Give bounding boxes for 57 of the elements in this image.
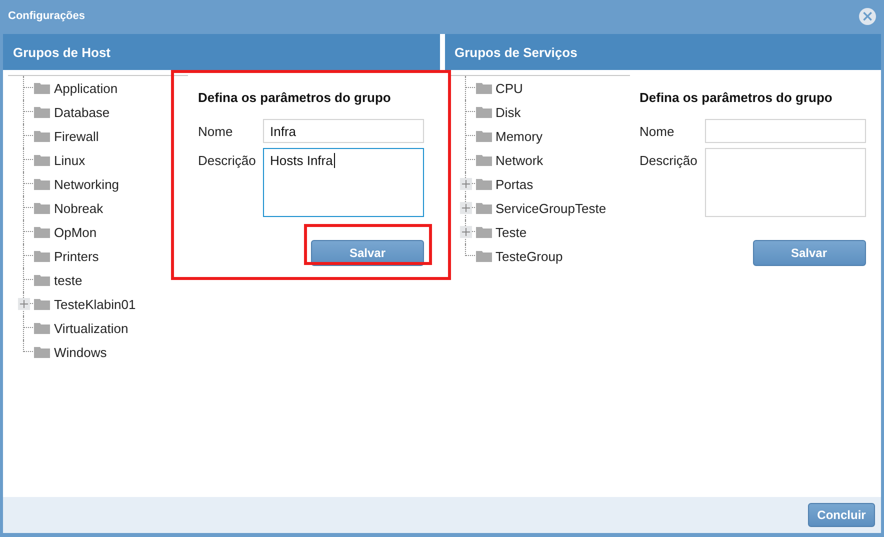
tree-item[interactable]: Network: [496, 152, 544, 168]
panel-header: Grupos de Host: [3, 34, 440, 70]
expand-icon[interactable]: [460, 178, 472, 190]
tree-item[interactable]: Linux: [54, 152, 86, 168]
field-label: Descrição: [640, 152, 698, 168]
tree-item[interactable]: CPU: [496, 80, 523, 96]
folder-icon: [34, 178, 50, 190]
field-label: Nome: [198, 123, 234, 139]
folder-icon: [34, 226, 50, 238]
tree-item[interactable]: Teste: [496, 224, 527, 240]
form-heading: Defina os parâmetros do grupo: [198, 90, 392, 105]
folder-icon: [34, 154, 50, 166]
tree-item[interactable]: TesteKlabin01: [54, 296, 136, 312]
tree-item[interactable]: Portas: [496, 176, 534, 192]
tree-item[interactable]: Memory: [496, 128, 542, 144]
name-field[interactable]: [704, 119, 866, 143]
tree-item[interactable]: Virtualization: [54, 320, 128, 336]
folder-icon: [476, 82, 492, 94]
folder-icon: [476, 130, 492, 142]
description-field[interactable]: [704, 148, 866, 217]
field-label: Descrição: [198, 152, 257, 168]
form-heading: Defina os parâmetros do grupo: [640, 90, 834, 105]
folder-icon: [34, 346, 50, 358]
folder-icon: [34, 274, 50, 286]
window-title: Configurações: [8, 10, 86, 22]
folder-icon: [34, 322, 50, 334]
tree-item[interactable]: Firewall: [54, 128, 99, 144]
folder-icon: [34, 250, 50, 262]
folder-icon: [34, 202, 50, 214]
tree-item[interactable]: OpMon: [54, 224, 97, 240]
tree-item[interactable]: teste: [54, 272, 82, 288]
tree-item[interactable]: Nobreak: [54, 200, 104, 216]
expand-icon[interactable]: [460, 226, 472, 238]
tree-item[interactable]: Networking: [54, 176, 120, 192]
folder-icon: [476, 250, 492, 262]
expand-icon[interactable]: [460, 202, 472, 214]
description-field[interactable]: Hosts Infra: [263, 148, 424, 217]
folder-icon: [34, 298, 50, 310]
expand-icon[interactable]: [18, 298, 30, 310]
tree-item[interactable]: Printers: [54, 248, 99, 264]
field-label: Nome: [640, 123, 676, 139]
tree-item[interactable]: ServiceGroupTeste: [496, 200, 606, 216]
tree-item[interactable]: TesteGroup: [496, 248, 563, 264]
tree-item[interactable]: Database: [54, 104, 110, 120]
folder-icon: [476, 178, 492, 190]
panel-header: Grupos de Serviços: [444, 34, 881, 70]
folder-icon: [34, 106, 50, 118]
folder-icon: [34, 130, 50, 142]
folder-icon: [476, 226, 492, 238]
tree-item[interactable]: Windows: [54, 344, 107, 360]
tree-item[interactable]: Disk: [496, 104, 521, 120]
folder-icon: [34, 82, 50, 94]
folder-icon: [476, 202, 492, 214]
folder-icon: [476, 106, 492, 118]
folder-icon: [476, 154, 492, 166]
name-field[interactable]: Infra: [263, 119, 424, 143]
tree-item[interactable]: Application: [54, 80, 118, 96]
